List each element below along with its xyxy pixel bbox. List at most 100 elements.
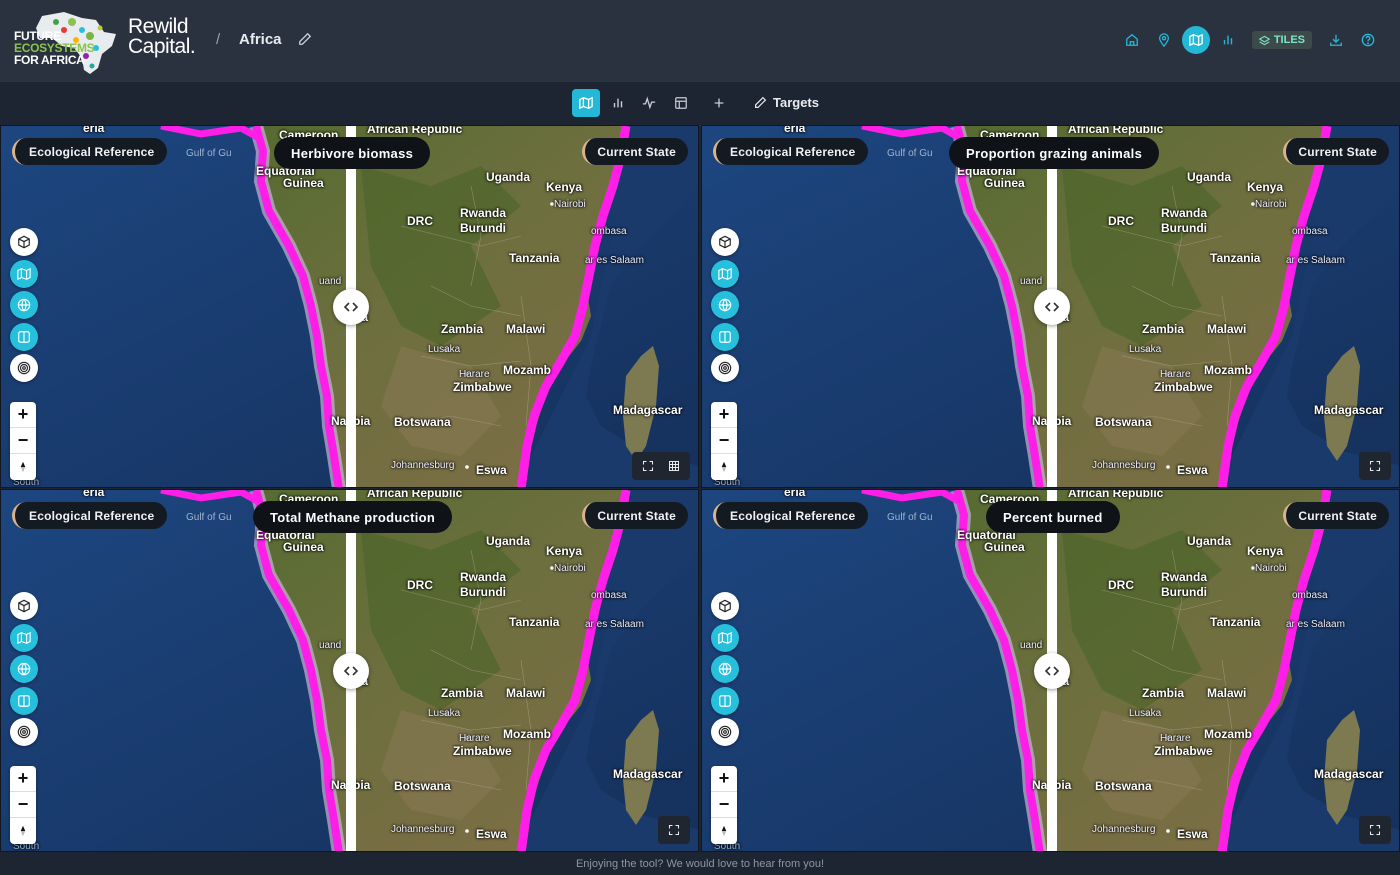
compare-view-button[interactable] — [711, 323, 739, 351]
focus-target-button[interactable] — [10, 718, 38, 746]
help-button[interactable] — [1354, 26, 1382, 54]
fullscreen-icon — [642, 460, 654, 472]
map-label-madagascar: Madagascar — [613, 767, 683, 781]
fullscreen-icon — [668, 824, 680, 836]
map-label-madagascar: Madagascar — [1314, 403, 1384, 417]
swipe-handle[interactable] — [333, 289, 369, 325]
compare-view-button[interactable] — [10, 687, 38, 715]
fullscreen-button[interactable] — [662, 818, 686, 842]
charts-button[interactable] — [1214, 26, 1242, 54]
map-label-drc: DRC — [407, 214, 433, 228]
globe-view-button[interactable] — [10, 291, 38, 319]
zoom-out-button[interactable]: − — [10, 428, 36, 454]
map-label-rwanda: Rwanda — [460, 206, 507, 220]
zoom-controls: + − — [711, 766, 737, 844]
map-label-mozambique: Mozamb — [503, 363, 551, 377]
zoom-in-button[interactable]: + — [711, 766, 737, 792]
basemap-button[interactable] — [711, 624, 739, 652]
map-label-drc: DRC — [1108, 578, 1134, 592]
tiles-label: TILES — [1273, 34, 1305, 46]
basemap-button[interactable] — [711, 260, 739, 288]
current-state-label: Current State — [1283, 138, 1389, 165]
compass-button[interactable] — [711, 454, 737, 480]
map-view-button[interactable] — [1181, 26, 1210, 54]
map-label-gulf: Gulf of Gu — [887, 512, 933, 523]
compass-button[interactable] — [10, 818, 36, 844]
globe-view-button[interactable] — [711, 655, 739, 683]
metric-title[interactable]: Herbivore biomass — [274, 137, 431, 169]
3d-view-button[interactable] — [10, 592, 38, 620]
globe-view-button[interactable] — [10, 655, 38, 683]
map-label-uganda: Uganda — [1187, 170, 1232, 184]
toolbar-bar-chart-button[interactable] — [604, 89, 632, 117]
map-label-mozambique: Mozamb — [1204, 363, 1252, 377]
fullscreen-button[interactable] — [1363, 818, 1387, 842]
map-label-gulf: Gulf of Gu — [186, 512, 232, 523]
fullscreen-button[interactable] — [1363, 454, 1387, 478]
zoom-in-button[interactable]: + — [10, 766, 36, 792]
split-view-icon — [719, 695, 731, 707]
map-label-top_fragment: eria — [83, 489, 105, 499]
metric-title[interactable]: Proportion grazing animals — [949, 137, 1160, 169]
focus-target-button[interactable] — [711, 718, 739, 746]
fullscreen-button[interactable] — [636, 454, 660, 478]
zoom-out-button[interactable]: − — [711, 792, 737, 818]
toolbar-line-chart-button[interactable] — [635, 89, 663, 117]
map-icon — [718, 631, 732, 645]
toolbar-add-button[interactable] — [705, 89, 733, 117]
fullscreen-icon — [1369, 824, 1381, 836]
map-label-lusaka: Lusaka — [1129, 708, 1162, 719]
map-label-african_republic: African Republic — [367, 489, 463, 500]
3d-view-button[interactable] — [10, 228, 38, 256]
compare-view-button[interactable] — [711, 687, 739, 715]
zoom-in-button[interactable]: + — [711, 402, 737, 428]
home-button[interactable] — [1118, 26, 1146, 54]
metric-title[interactable]: Percent burned — [986, 501, 1120, 533]
edit-pencil-icon[interactable] — [298, 32, 312, 46]
current-state-label: Current State — [582, 502, 688, 529]
panel-view-controls — [1359, 452, 1391, 480]
map-label-lusaka: Lusaka — [428, 708, 461, 719]
map-icon — [17, 631, 31, 645]
compass-button[interactable] — [10, 454, 36, 480]
toolbar-table-button[interactable] — [667, 89, 695, 117]
basemap-button[interactable] — [10, 624, 38, 652]
zoom-controls: + − — [10, 766, 36, 844]
map-label-guinea: Guinea — [984, 176, 1025, 190]
swipe-handle[interactable] — [1034, 653, 1070, 689]
map-label-top_fragment: eria — [83, 125, 105, 135]
grid-icon — [669, 461, 679, 471]
3d-view-button[interactable] — [711, 592, 739, 620]
metric-title[interactable]: Total Methane production — [253, 501, 453, 533]
swipe-handle[interactable] — [1034, 289, 1070, 325]
globe-view-button[interactable] — [711, 291, 739, 319]
map-label-zimbabwe: Zimbabwe — [453, 744, 512, 758]
target-icon — [17, 725, 31, 739]
compare-view-button[interactable] — [10, 323, 38, 351]
app-header: FUTURE ECOSYSTEMS FOR AFRICA Rewild Capi… — [0, 0, 1400, 82]
map-label-gulf: Gulf of Gu — [186, 148, 232, 159]
toolbar-map-button[interactable] — [572, 89, 600, 117]
tiles-toggle[interactable]: TILES — [1251, 31, 1312, 49]
zoom-in-button[interactable]: + — [10, 402, 36, 428]
locations-button[interactable] — [1150, 26, 1178, 54]
download-button[interactable] — [1322, 26, 1350, 54]
focus-target-button[interactable] — [10, 354, 38, 382]
3d-view-button[interactable] — [711, 228, 739, 256]
download-icon — [1330, 34, 1342, 46]
targets-button[interactable]: Targets — [754, 95, 819, 110]
map-label-johannesburg: Johannesburg — [1092, 824, 1156, 835]
basemap-button[interactable] — [10, 260, 38, 288]
compass-button[interactable] — [711, 818, 737, 844]
grid-button[interactable] — [662, 454, 686, 478]
home-icon — [1125, 33, 1138, 46]
feedback-footer[interactable]: Enjoying the tool? We would love to hear… — [0, 852, 1400, 875]
brand-name[interactable]: Rewild Capital. — [128, 16, 196, 57]
map-panel: eria Cameroon African Republic Gulf of G… — [701, 489, 1400, 852]
target-icon — [718, 361, 732, 375]
ecological-reference-label: Ecological Reference — [12, 502, 168, 529]
swipe-handle[interactable] — [333, 653, 369, 689]
zoom-out-button[interactable]: − — [711, 428, 737, 454]
zoom-out-button[interactable]: − — [10, 792, 36, 818]
focus-target-button[interactable] — [711, 354, 739, 382]
